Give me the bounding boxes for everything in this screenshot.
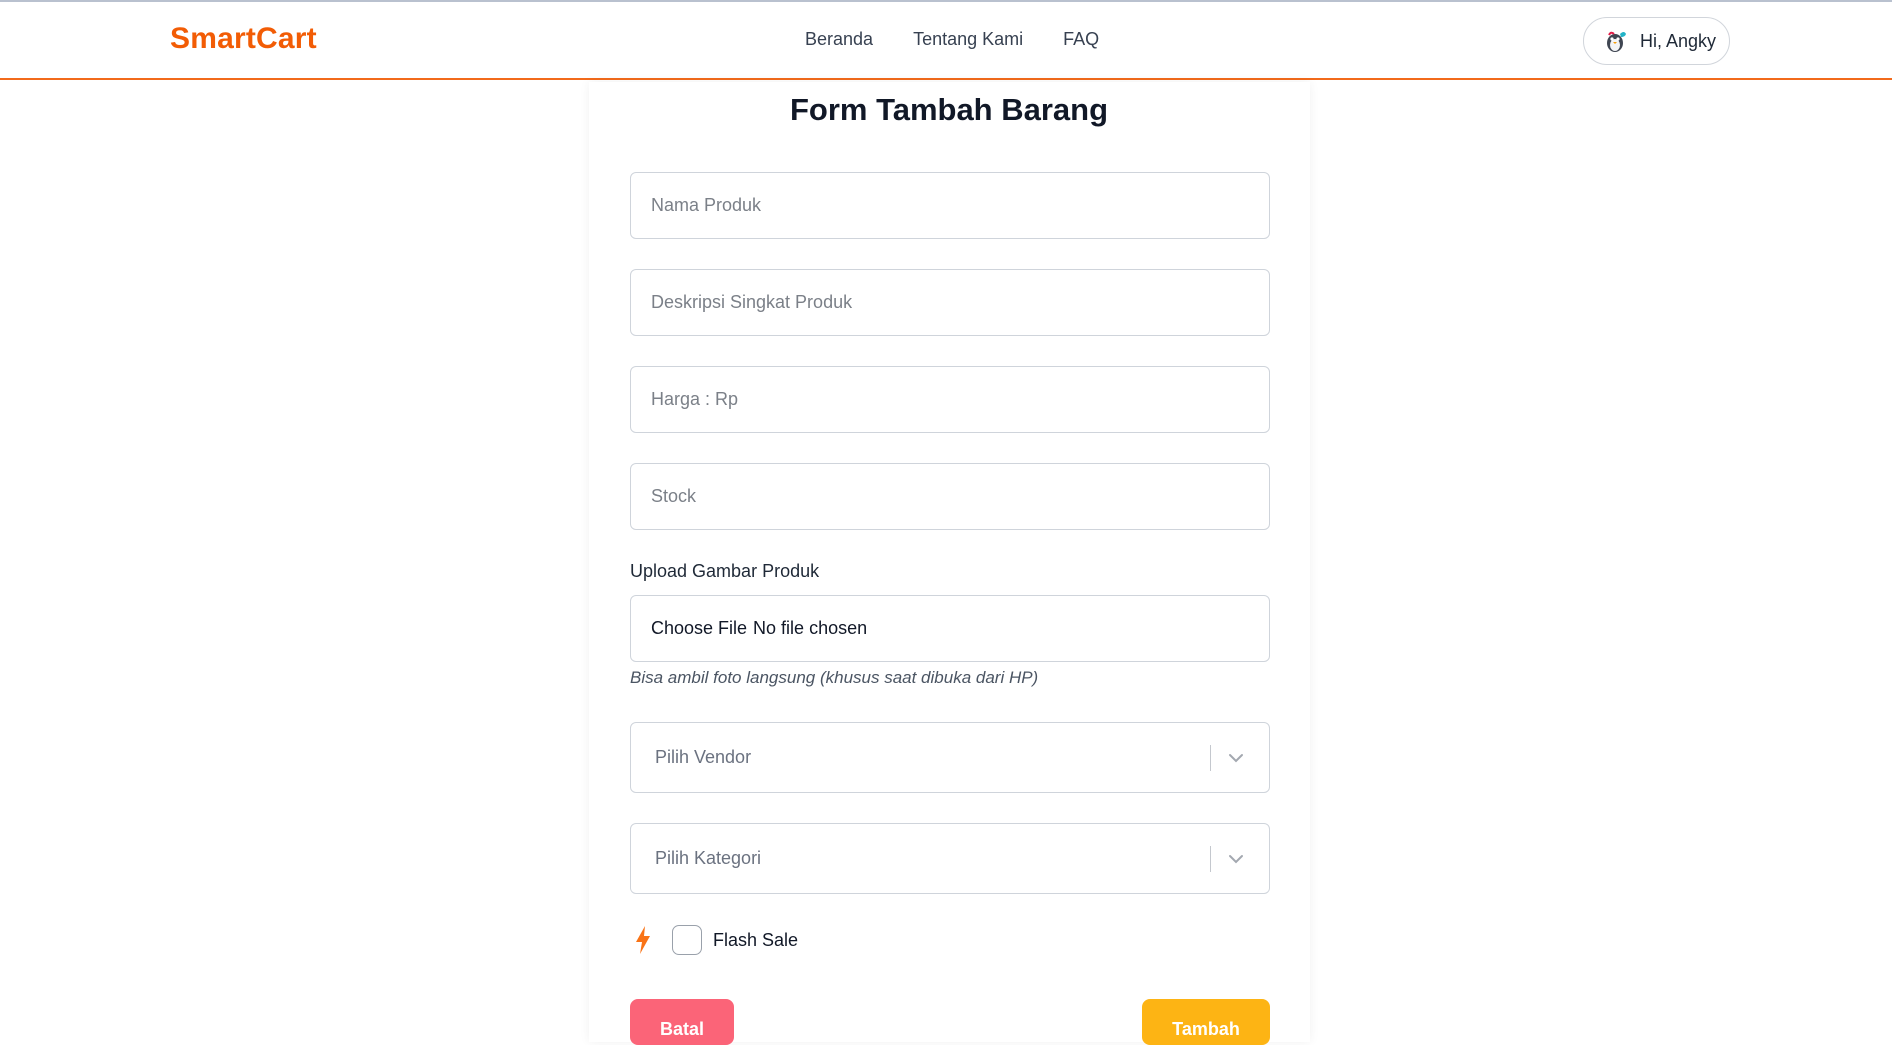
nama-produk-input[interactable] [630, 172, 1270, 239]
vendor-select[interactable]: Pilih Vendor [630, 722, 1270, 793]
flash-sale-label: Flash Sale [713, 929, 799, 950]
flash-sale-row: Flash Sale [634, 925, 798, 955]
flash-sale-checkbox[interactable] [672, 925, 702, 955]
lightning-icon [636, 926, 650, 954]
select-divider [1210, 846, 1211, 872]
file-status-text: No file chosen [753, 618, 868, 638]
add-button[interactable]: Tambah [1142, 999, 1270, 1045]
user-menu-button[interactable]: Hi, Angky [1583, 17, 1730, 65]
upload-label: Upload Gambar Produk [630, 561, 820, 581]
nav-link-beranda[interactable]: Beranda [805, 29, 873, 50]
nav-link-faq[interactable]: FAQ [1063, 29, 1099, 50]
user-greeting: Hi, Angky [1640, 30, 1717, 51]
user-avatar-icon [1607, 31, 1626, 52]
nav-link-tentang-kami[interactable]: Tentang Kami [913, 29, 1023, 50]
vendor-select-placeholder: Pilih Vendor [655, 747, 752, 767]
brand-logo[interactable]: SmartCart [170, 22, 317, 56]
select-divider [1210, 745, 1211, 771]
kategori-select-placeholder: Pilih Kategori [655, 848, 762, 868]
cancel-button[interactable]: Batal [630, 999, 734, 1045]
file-upload-input[interactable]: Choose File No file chosen [630, 595, 1270, 662]
upload-hint: Bisa ambil foto langsung (khusus saat di… [630, 668, 1039, 687]
chevron-down-icon[interactable] [1226, 748, 1246, 768]
nav-links: Beranda Tentang Kami FAQ [805, 29, 1099, 50]
harga-input[interactable] [630, 366, 1270, 433]
navbar: SmartCart Beranda Tentang Kami FAQ Hi, A… [0, 2, 1892, 80]
chevron-down-icon[interactable] [1226, 849, 1246, 869]
stock-input[interactable] [630, 463, 1270, 530]
kategori-select[interactable]: Pilih Kategori [630, 823, 1270, 894]
page-title: Form Tambah Barang [789, 92, 1109, 127]
choose-file-button[interactable]: Choose File [651, 618, 747, 639]
deskripsi-produk-input[interactable] [630, 269, 1270, 336]
